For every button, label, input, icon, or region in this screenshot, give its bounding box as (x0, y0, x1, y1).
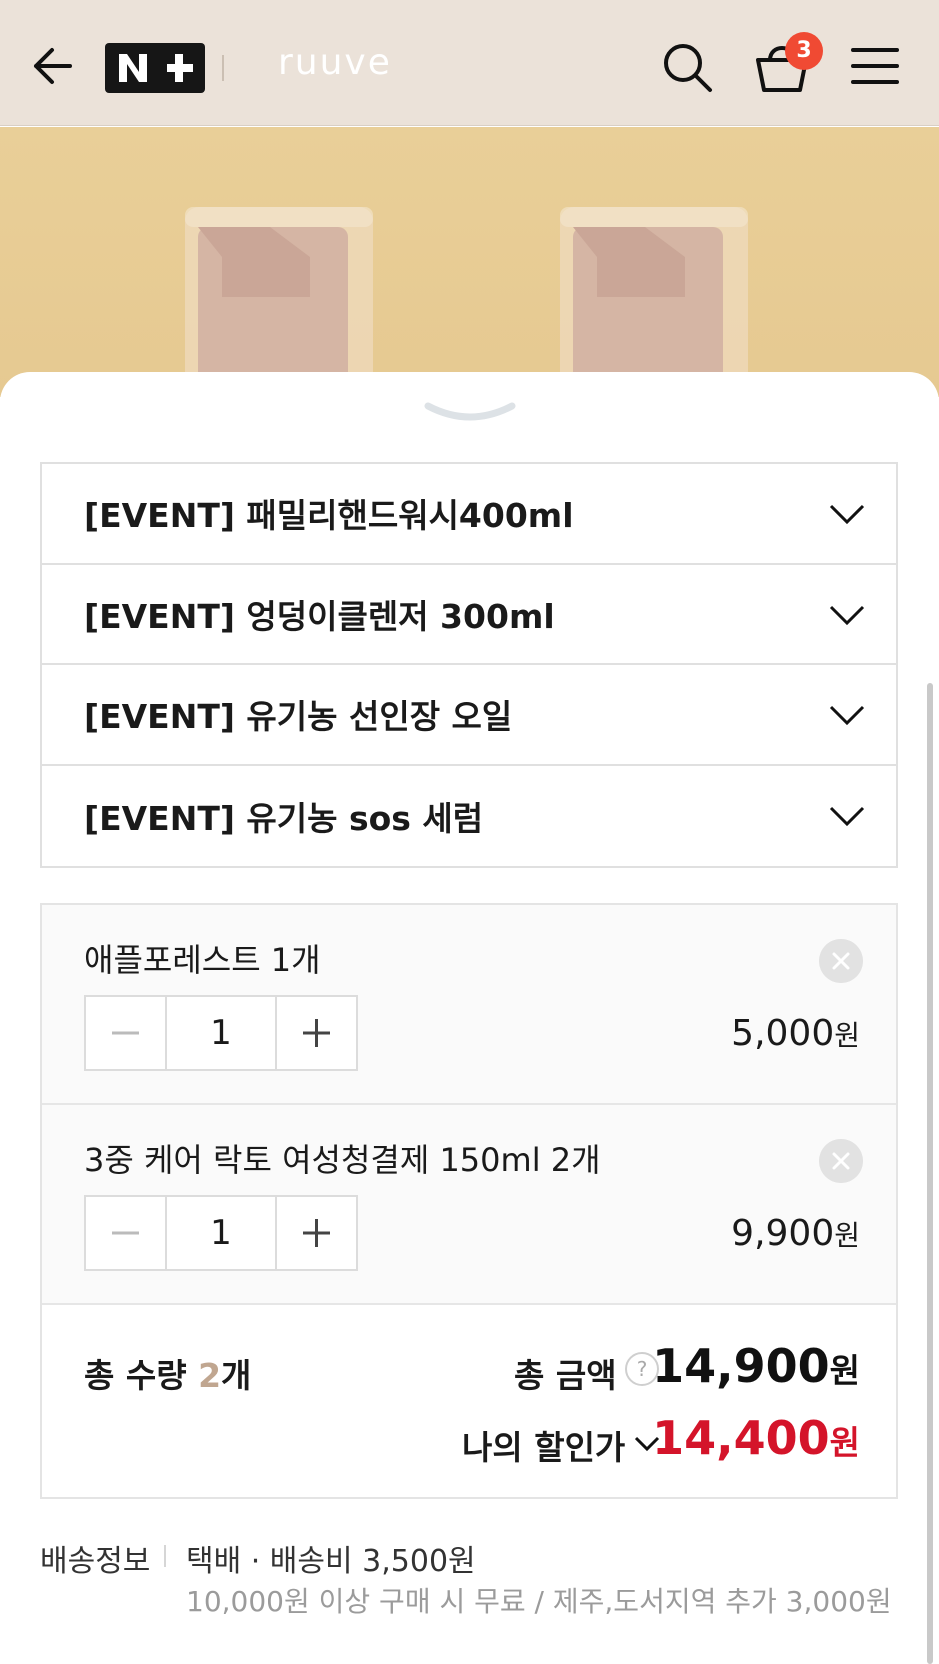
shipping-method: 택배 · 배송비 3,500원 (186, 1544, 476, 1579)
chevron-down-icon (829, 705, 865, 726)
option-name: 애플포레스트 1개 (84, 941, 321, 979)
selected-option-item: 애플포레스트 1개 1 5,000원 (42, 905, 896, 1105)
selected-options: 애플포레스트 1개 1 5,000원 3중 케어 락토 여성청결제 150ml … (40, 903, 898, 1499)
shipping-note: 10,000원 이상 구매 시 무료 / 제주,도서지역 추가 3,000원 (186, 1585, 892, 1618)
scrollbar[interactable] (927, 683, 933, 1664)
naver-plus-logo[interactable] (105, 43, 205, 93)
arrow-left-icon[interactable] (28, 40, 80, 92)
decrease-button[interactable] (86, 997, 165, 1069)
minus-icon (112, 1231, 139, 1235)
option-price-value: 5,000 (731, 1013, 835, 1054)
minus-icon (112, 1031, 139, 1035)
plus-icon (303, 1219, 330, 1247)
chevron-down-icon (829, 605, 865, 625)
close-icon[interactable] (819, 939, 863, 983)
close-icon[interactable] (819, 1139, 863, 1183)
product-image (0, 127, 939, 397)
option-group-label: [EVENT] 엉덩이클렌저 300ml (84, 596, 555, 636)
option-group-cactus-oil[interactable]: [EVENT] 유기농 선인장 오일 (42, 665, 896, 766)
pump-bottle-left (185, 207, 373, 397)
option-name: 3중 케어 락토 여성청결제 150ml 2개 (84, 1141, 601, 1179)
option-group-sos-serum[interactable]: [EVENT] 유기농 sos 세럼 (42, 766, 896, 867)
quantity-stepper: 1 (84, 995, 358, 1071)
option-group-list: [EVENT] 패밀리핸드워시400ml [EVENT] 엉덩이클렌저 300m… (40, 462, 898, 868)
chevron-down-icon (829, 806, 865, 826)
pump-bottle-right (560, 207, 748, 397)
currency-unit: 원 (834, 1219, 860, 1252)
search-icon[interactable] (660, 40, 714, 94)
total-quantity-value: 2 (198, 1356, 222, 1395)
option-group-label: [EVENT] 유기농 sos 세럼 (84, 798, 484, 838)
hamburger-menu-icon[interactable] (850, 44, 900, 88)
decrease-button[interactable] (86, 1197, 165, 1269)
shipping-info-label: 배송정보 (40, 1544, 151, 1579)
svg-text:?: ? (637, 1357, 648, 1381)
option-price: 9,900원 (731, 1213, 860, 1254)
increase-button[interactable] (277, 1197, 356, 1269)
total-quantity: 총 수량 2개 (84, 1349, 251, 1397)
total-amount-label: 총 금액 (514, 1356, 617, 1395)
selected-option-item: 3중 케어 락토 여성청결제 150ml 2개 1 9,900원 (42, 1105, 896, 1305)
my-discount-price-toggle[interactable]: 나의 할인가 (462, 1421, 625, 1469)
collapse-chevron-icon[interactable] (420, 398, 520, 428)
total-amount-value: 14,900 (652, 1339, 830, 1393)
quantity-value[interactable]: 1 (165, 997, 277, 1069)
shipping-divider (164, 1545, 166, 1567)
option-price-value: 9,900 (731, 1213, 835, 1254)
quantity-value[interactable]: 1 (165, 1197, 277, 1269)
plus-icon (303, 1019, 330, 1047)
cart-count-badge: 3 (785, 32, 823, 70)
option-group-cleanser[interactable]: [EVENT] 엉덩이클렌저 300ml (42, 565, 896, 665)
option-group-handwash[interactable]: [EVENT] 패밀리핸드워시400ml (42, 464, 896, 565)
total-quantity-prefix: 총 수량 (84, 1356, 199, 1395)
discount-price: 14,400원 (652, 1411, 860, 1465)
currency-unit: 원 (829, 1351, 860, 1390)
option-group-label: [EVENT] 패밀리핸드워시400ml (84, 496, 574, 536)
currency-unit: 원 (829, 1423, 860, 1462)
total-quantity-suffix: 개 (221, 1356, 252, 1395)
header-divider (222, 55, 224, 81)
currency-unit: 원 (834, 1019, 860, 1052)
discount-price-value: 14,400 (652, 1411, 830, 1465)
total-amount: 14,900원 (652, 1339, 860, 1393)
top-nav-bar: ruuve 3 (0, 0, 939, 126)
brand-name[interactable]: ruuve (278, 42, 392, 83)
order-summary: 총 수량 2개 총 금액 ? 14,900원 나의 할인가 14,400원 (42, 1305, 896, 1497)
option-group-label: [EVENT] 유기농 선인장 오일 (84, 697, 513, 737)
chevron-down-icon (829, 504, 865, 525)
option-price: 5,000원 (731, 1013, 860, 1054)
quantity-stepper: 1 (84, 1195, 358, 1271)
increase-button[interactable] (277, 997, 356, 1069)
